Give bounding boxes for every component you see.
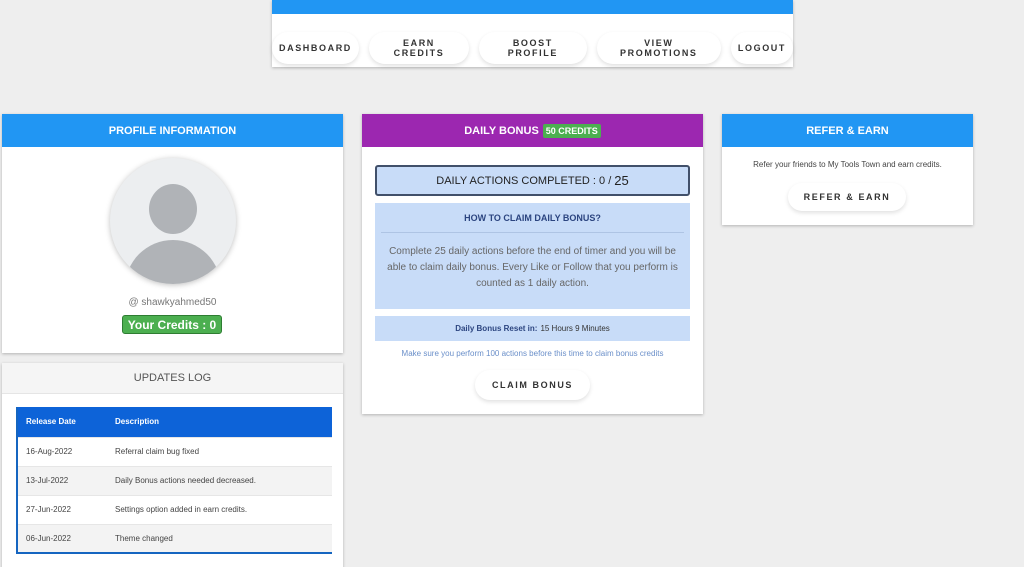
how-to-claim-text: Complete 25 daily actions before the end… xyxy=(387,246,678,289)
table-row: 16-Aug-2022 Referral claim bug fixed xyxy=(17,436,332,466)
column-header-description: Description xyxy=(107,407,332,437)
description-cell: Daily Bonus actions needed decreased. xyxy=(107,465,332,495)
daily-bonus-card: DAILY BONUS 50 CREDITS DAILY ACTIONS COM… xyxy=(362,114,703,414)
claim-bonus-button[interactable]: CLAIM BONUS xyxy=(475,370,590,400)
username: @ shawkyahmed50 xyxy=(128,297,217,308)
credits-badge: Your Credits : 0 xyxy=(122,315,222,334)
table-row: 27-Jun-2022 Settings option added in ear… xyxy=(17,494,332,524)
daily-actions-total: 25 xyxy=(614,173,629,188)
description-cell: Settings option added in earn credits. xyxy=(107,494,332,524)
avatar-icon xyxy=(110,158,236,284)
description-cell: Theme changed xyxy=(107,523,332,553)
reset-value: 15 Hours 9 Minutes xyxy=(540,324,610,333)
daily-bonus-header: DAILY BONUS 50 CREDITS xyxy=(362,114,703,147)
profile-card: PROFILE INFORMATION @ shawkyahmed50 Your… xyxy=(2,114,343,353)
how-to-claim-panel: HOW TO CLAIM DAILY BONUS? Complete 25 da… xyxy=(375,203,690,309)
bonus-reset-timer: Daily Bonus Reset in: 15 Hours 9 Minutes xyxy=(375,316,690,341)
release-date-cell: 16-Aug-2022 xyxy=(17,436,107,466)
reset-label: Daily Bonus Reset in: xyxy=(455,324,538,333)
daily-bonus-title: DAILY BONUS xyxy=(464,124,539,137)
how-to-claim-title: HOW TO CLAIM DAILY BONUS? xyxy=(381,203,684,233)
bonus-note: Make sure you perform 100 actions before… xyxy=(401,349,664,358)
nav-earn-credits-button[interactable]: EARN CREDITS xyxy=(368,32,470,64)
updates-log-card: UPDATES LOG Release Date Description 16-… xyxy=(2,363,343,567)
table-row: 13-Jul-2022 Daily Bonus actions needed d… xyxy=(17,465,332,495)
daily-actions-counter: DAILY ACTIONS COMPLETED : 0 / 25 xyxy=(375,165,690,196)
profile-card-title: PROFILE INFORMATION xyxy=(2,114,343,147)
nav-dashboard-button[interactable]: DASHBOARD xyxy=(272,32,359,64)
top-nav-card: DASHBOARD EARN CREDITS BOOST PROFILE VIE… xyxy=(272,0,793,67)
daily-actions-label: DAILY ACTIONS COMPLETED : 0 / xyxy=(436,174,612,187)
description-cell: Referral claim bug fixed xyxy=(107,436,332,466)
release-date-cell: 27-Jun-2022 xyxy=(17,494,107,524)
table-header-row: Release Date Description xyxy=(17,407,332,437)
refer-earn-card: REFER & EARN Refer your friends to My To… xyxy=(722,114,973,225)
table-row: 06-Jun-2022 Theme changed xyxy=(17,523,332,553)
top-nav-bar xyxy=(272,0,793,14)
refer-earn-button[interactable]: REFER & EARN xyxy=(788,183,906,211)
updates-table: Release Date Description 16-Aug-2022 Ref… xyxy=(16,407,332,554)
release-date-cell: 13-Jul-2022 xyxy=(17,465,107,495)
refer-earn-title: REFER & EARN xyxy=(722,114,973,147)
release-date-cell: 06-Jun-2022 xyxy=(17,523,107,553)
bonus-credits-badge: 50 CREDITS xyxy=(542,123,601,138)
main-nav: DASHBOARD EARN CREDITS BOOST PROFILE VIE… xyxy=(272,14,793,64)
nav-boost-profile-button[interactable]: BOOST PROFILE xyxy=(479,32,587,64)
updates-log-title: UPDATES LOG xyxy=(2,363,343,394)
nav-view-promotions-button[interactable]: VIEW PROMOTIONS xyxy=(596,32,721,64)
column-header-release-date: Release Date xyxy=(17,407,107,437)
refer-earn-text: Refer your friends to My Tools Town and … xyxy=(753,160,942,169)
nav-logout-button[interactable]: LOGOUT xyxy=(730,32,793,64)
